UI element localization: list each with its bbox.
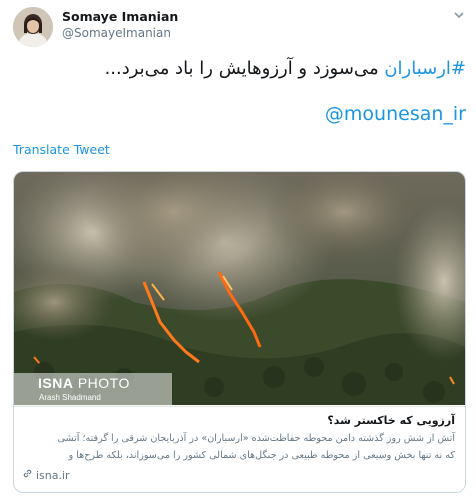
translate-tweet-link[interactable]: Translate Tweet bbox=[13, 142, 110, 158]
card-image bbox=[14, 172, 465, 405]
author-info: Somaye Imanian @SomayeImanian bbox=[62, 9, 178, 41]
card-description: آتش از شش روز گذشته دامن محوطه حفاظت‌شده… bbox=[23, 430, 456, 464]
link-icon bbox=[22, 468, 33, 484]
mention-link[interactable]: @mounesan_ir bbox=[325, 100, 466, 128]
photo-badge-brand: ISNA bbox=[38, 375, 74, 391]
avatar[interactable] bbox=[13, 7, 53, 47]
card-title: آرزویی که خاکستر شد؟ bbox=[327, 414, 455, 427]
photo-credit: Arash Shadmand bbox=[39, 393, 101, 402]
card-description-line-2: که نه تنها بخش وسیعی از محوطه طبیعی در ج… bbox=[68, 450, 455, 461]
tweet-body: می‌سوزد و آرزوهایش را باد می‌برد... bbox=[104, 58, 385, 79]
link-card[interactable]: ISNA PHOTO Arash Shadmand آرزویی که خاکس… bbox=[13, 171, 466, 493]
card-domain-text: isna.ir bbox=[36, 469, 70, 482]
photo-badge: ISNA PHOTO bbox=[38, 375, 130, 391]
card-domain: isna.ir bbox=[22, 468, 70, 484]
photo-badge-suffix: PHOTO bbox=[73, 375, 130, 391]
author-handle[interactable]: @SomayeImanian bbox=[62, 25, 178, 41]
card-description-line-1: آتش از شش روز گذشته دامن محوطه حفاظت‌شده… bbox=[57, 433, 456, 444]
author-name[interactable]: Somaye Imanian bbox=[62, 9, 178, 25]
chevron-down-icon[interactable] bbox=[452, 8, 466, 22]
tweet-text: #ارسباران می‌سوزد و آرزوهایش را باد می‌ب… bbox=[26, 55, 466, 83]
tweet: Somaye Imanian @SomayeImanian #ارسباران … bbox=[0, 0, 476, 503]
card-body: آرزویی که خاکستر شد؟ آتش از شش روز گذشته… bbox=[14, 406, 465, 492]
hashtag-link[interactable]: #ارسباران bbox=[384, 58, 466, 79]
